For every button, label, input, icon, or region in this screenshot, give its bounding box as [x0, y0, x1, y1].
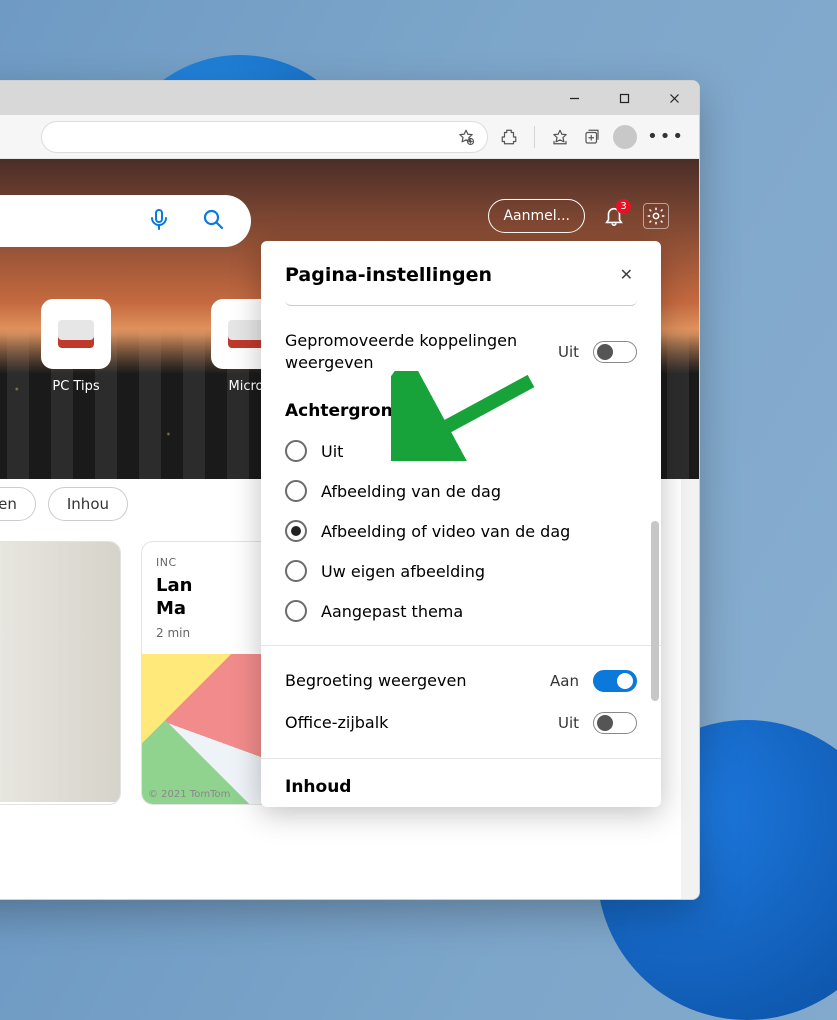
greeting-toggle[interactable] — [593, 670, 637, 692]
filter-chip[interactable]: Inhou — [48, 487, 128, 521]
radio-label: Afbeelding van de dag — [321, 482, 501, 501]
panel-scrollbar[interactable] — [651, 521, 659, 701]
filter-chip[interactable]: instellingen — [0, 487, 36, 521]
edge-window: ••• Aanmel... 3 — [0, 80, 700, 900]
new-tab-page: Aanmel... 3 PC Tips Micro u — [0, 159, 699, 899]
window-maximize-button[interactable] — [599, 81, 649, 115]
radio-label: Afbeelding of video van de dag — [321, 522, 570, 541]
collections-icon[interactable] — [581, 126, 603, 148]
office-sidebar-toggle[interactable] — [593, 712, 637, 734]
radio-button-icon — [285, 440, 307, 462]
background-option-radio[interactable]: Aangepast thema — [285, 591, 637, 631]
search-bar[interactable] — [0, 195, 251, 247]
browser-toolbar: ••• — [0, 115, 699, 159]
map-attribution: © 2021 TomTom — [148, 789, 230, 800]
notifications-icon[interactable]: 3 — [601, 203, 627, 229]
greeting-label: Begroeting weergeven — [285, 670, 536, 692]
notification-badge: 3 — [616, 199, 631, 214]
panel-divider — [285, 300, 637, 306]
panel-separator — [261, 758, 661, 759]
favorites-icon[interactable] — [549, 126, 571, 148]
radio-button-icon — [285, 480, 307, 502]
panel-title: Pagina-instellingen — [285, 264, 492, 286]
page-settings-gear-icon[interactable] — [643, 203, 669, 229]
tile-icon — [41, 299, 111, 369]
promoted-links-state: Uit — [558, 343, 579, 361]
promoted-links-toggle[interactable] — [593, 341, 637, 363]
office-sidebar-state: Uit — [558, 714, 579, 732]
more-menu-icon[interactable]: ••• — [647, 126, 685, 147]
news-card-image — [0, 542, 120, 802]
toolbar-divider — [534, 126, 535, 148]
quick-link-tile[interactable]: PC Tips — [41, 299, 111, 394]
profile-avatar[interactable] — [613, 125, 637, 149]
radio-button-icon — [285, 520, 307, 542]
tile-label: PC Tips — [41, 379, 111, 394]
sign-in-label: Aanmel... — [503, 208, 570, 224]
promoted-links-label: Gepromoveerde koppelingen weergeven — [285, 330, 544, 373]
greeting-state: Aan — [550, 672, 579, 690]
address-bar[interactable] — [41, 121, 488, 153]
chip-label: instellingen — [0, 495, 17, 513]
office-sidebar-label: Office-zijbalk — [285, 712, 544, 734]
page-settings-panel: Pagina-instellingen ✕ Gepromoveerde kopp… — [261, 241, 661, 807]
chip-label: Inhou — [67, 495, 109, 513]
panel-close-button[interactable]: ✕ — [616, 261, 637, 288]
radio-label: Uit — [321, 442, 343, 461]
radio-button-icon — [285, 600, 307, 622]
window-minimize-button[interactable] — [549, 81, 599, 115]
window-titlebar — [0, 81, 699, 115]
content-section-heading: Inhoud — [285, 777, 637, 797]
background-option-radio[interactable]: Uw eigen afbeelding — [285, 551, 637, 591]
voice-search-icon[interactable] — [147, 207, 171, 235]
background-option-radio[interactable]: Afbeelding of video van de dag — [285, 511, 637, 551]
panel-separator — [261, 645, 661, 646]
window-close-button[interactable] — [649, 81, 699, 115]
extensions-icon[interactable] — [498, 126, 520, 148]
add-favorite-icon[interactable] — [455, 126, 477, 148]
sign-in-button[interactable]: Aanmel... — [488, 199, 585, 233]
background-option-radio[interactable]: Afbeelding van de dag — [285, 471, 637, 511]
background-section-heading: Achtergrond — [285, 401, 637, 421]
radio-button-icon — [285, 560, 307, 582]
news-card[interactable] — [0, 541, 121, 805]
search-icon[interactable] — [201, 207, 225, 235]
background-option-radio[interactable]: Uit — [285, 431, 637, 471]
radio-label: Uw eigen afbeelding — [321, 562, 485, 581]
radio-label: Aangepast thema — [321, 602, 463, 621]
